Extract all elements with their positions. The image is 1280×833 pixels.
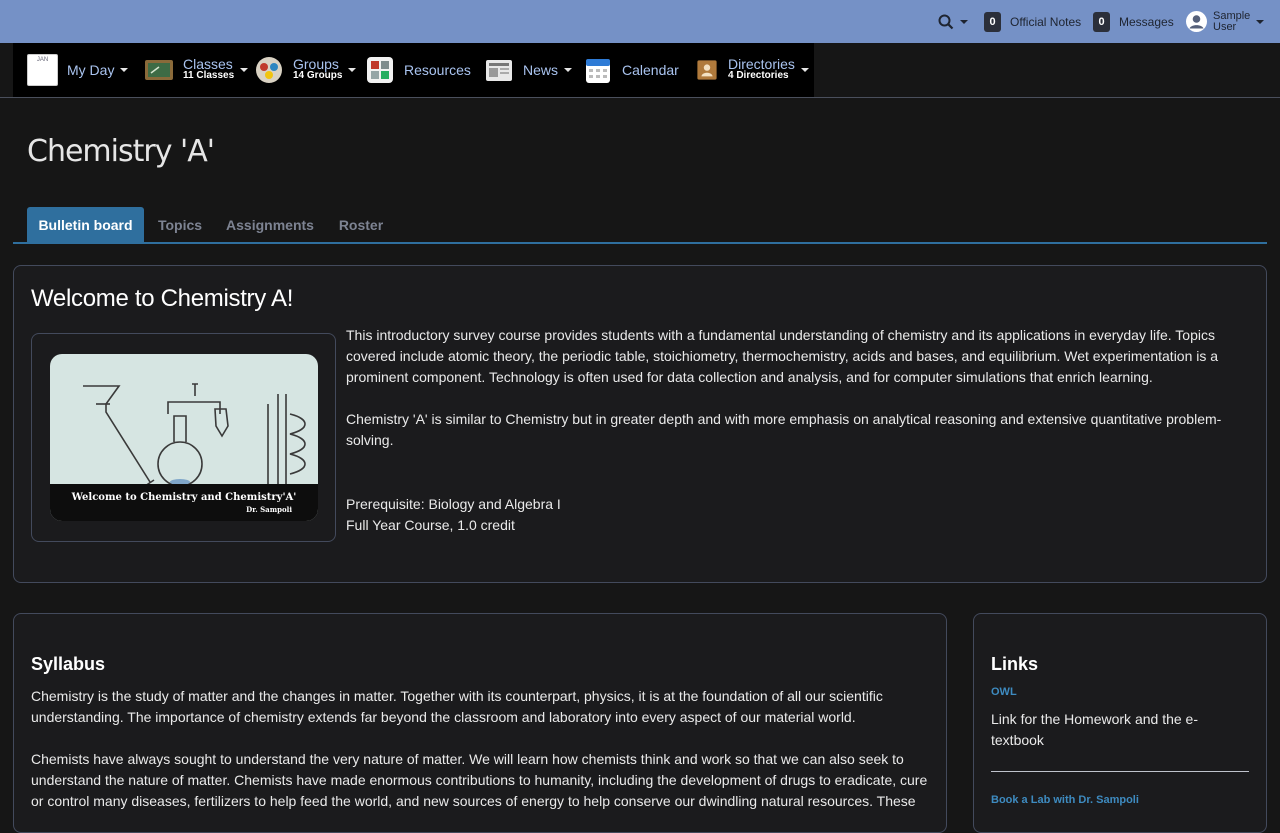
nav-label-directories: Directories [728,56,795,72]
nav-label-resources: Resources [404,62,471,78]
messages-link[interactable]: 0 Messages [1093,0,1174,43]
chevron-down-icon [960,19,968,24]
chevron-down-icon [240,68,249,72]
official-notes-link[interactable]: 0 Official Notes [984,0,1081,43]
newspaper-icon [486,60,512,81]
official-notes-label: Official Notes [1010,14,1082,29]
nav-item-my-day[interactable]: JAN My Day [27,43,129,97]
avatar [1186,11,1207,32]
syllabus-title: Syllabus [31,654,106,674]
course-comparison: Chemistry 'A' is similar to Chemistry bu… [346,411,1222,448]
nav-label-groups: Groups [293,56,339,72]
user-menu[interactable]: Sample User [1186,0,1265,43]
page-title: Chemistry 'A' [27,134,215,169]
nav-divider [0,97,1280,98]
top-bar: 0 Official Notes 0 Messages Sample User [0,0,1280,43]
official-notes-count: 0 [984,11,1001,32]
resources-icon [367,57,393,83]
links-title: Links [991,654,1039,674]
chevron-down-icon [120,68,129,72]
user-first-name: Sample [1213,9,1251,22]
calendar-day-icon: JAN [27,54,58,86]
nav-sub-classes: 11 Classes [183,70,235,81]
nav-item-calendar[interactable]: Calendar [583,43,679,97]
syllabus-paragraph-1: Chemistry is the study of matter and the… [31,688,883,725]
course-prerequisite: Prerequisite: Biology and Algebra I [346,496,561,512]
tab-assignments[interactable]: Assignments [224,207,316,243]
tab-bulletin-board[interactable]: Bulletin board [27,207,144,243]
nav-sub-directories: 4 Directories [728,70,789,81]
search-icon [938,14,954,29]
chevron-down-icon [564,68,573,72]
chevron-down-icon [800,68,809,72]
chevron-down-icon [1256,19,1265,24]
links-divider [991,771,1249,772]
course-credit: Full Year Course, 1.0 credit [346,517,515,533]
address-book-icon [697,60,717,80]
chevron-down-icon [348,68,357,72]
nav-label-news: News [523,62,559,78]
course-image[interactable]: Welcome to Chemistry and Chemistry'A' Dr… [50,354,318,521]
tab-roster[interactable]: Roster [334,207,388,243]
link-owl[interactable]: OWL [991,686,1017,698]
nav-item-resources[interactable]: Resources [365,43,471,97]
course-image-frame: Welcome to Chemistry and Chemistry'A' Dr… [31,333,336,542]
nav-label-calendar: Calendar [622,62,679,78]
link-owl-description: Link for the Homework and the e-textbook [991,711,1198,748]
course-description: This introductory survey course provides… [346,327,1219,385]
nav-item-news[interactable]: News [484,43,573,97]
chalkboard-icon [145,60,173,80]
nav-sub-groups: 14 Groups [293,70,343,81]
tab-underline [13,242,1267,244]
welcome-title: Welcome to Chemistry A! [31,285,294,312]
search-button[interactable] [938,0,968,43]
link-book-a-lab[interactable]: Book a Lab with Dr. Sampoli [991,794,1139,806]
nav-item-classes[interactable]: Classes 11 Classes [144,43,249,97]
tab-topics[interactable]: Topics [154,207,206,243]
banner-caption: Welcome to Chemistry and Chemistry'A' [71,492,297,503]
main-nav: JAN My Day Classes 11 Classes Groups 14 … [13,43,814,97]
nav-item-directories[interactable]: Directories 4 Directories [695,43,809,97]
calendar-icon [586,59,610,83]
nav-label-classes: Classes [183,56,233,72]
banner-signature: Dr. Sampoli [246,505,292,514]
calendar-month-label: JAN [36,57,49,63]
nav-label-my-day: My Day [67,62,115,78]
syllabus-paragraph-2: Chemists have always sought to understan… [31,751,928,809]
nav-item-groups[interactable]: Groups 14 Groups [254,43,357,97]
messages-count: 0 [1093,11,1110,32]
groups-icon [256,57,282,83]
user-last-name: User [1213,20,1237,33]
messages-label: Messages [1119,14,1174,29]
